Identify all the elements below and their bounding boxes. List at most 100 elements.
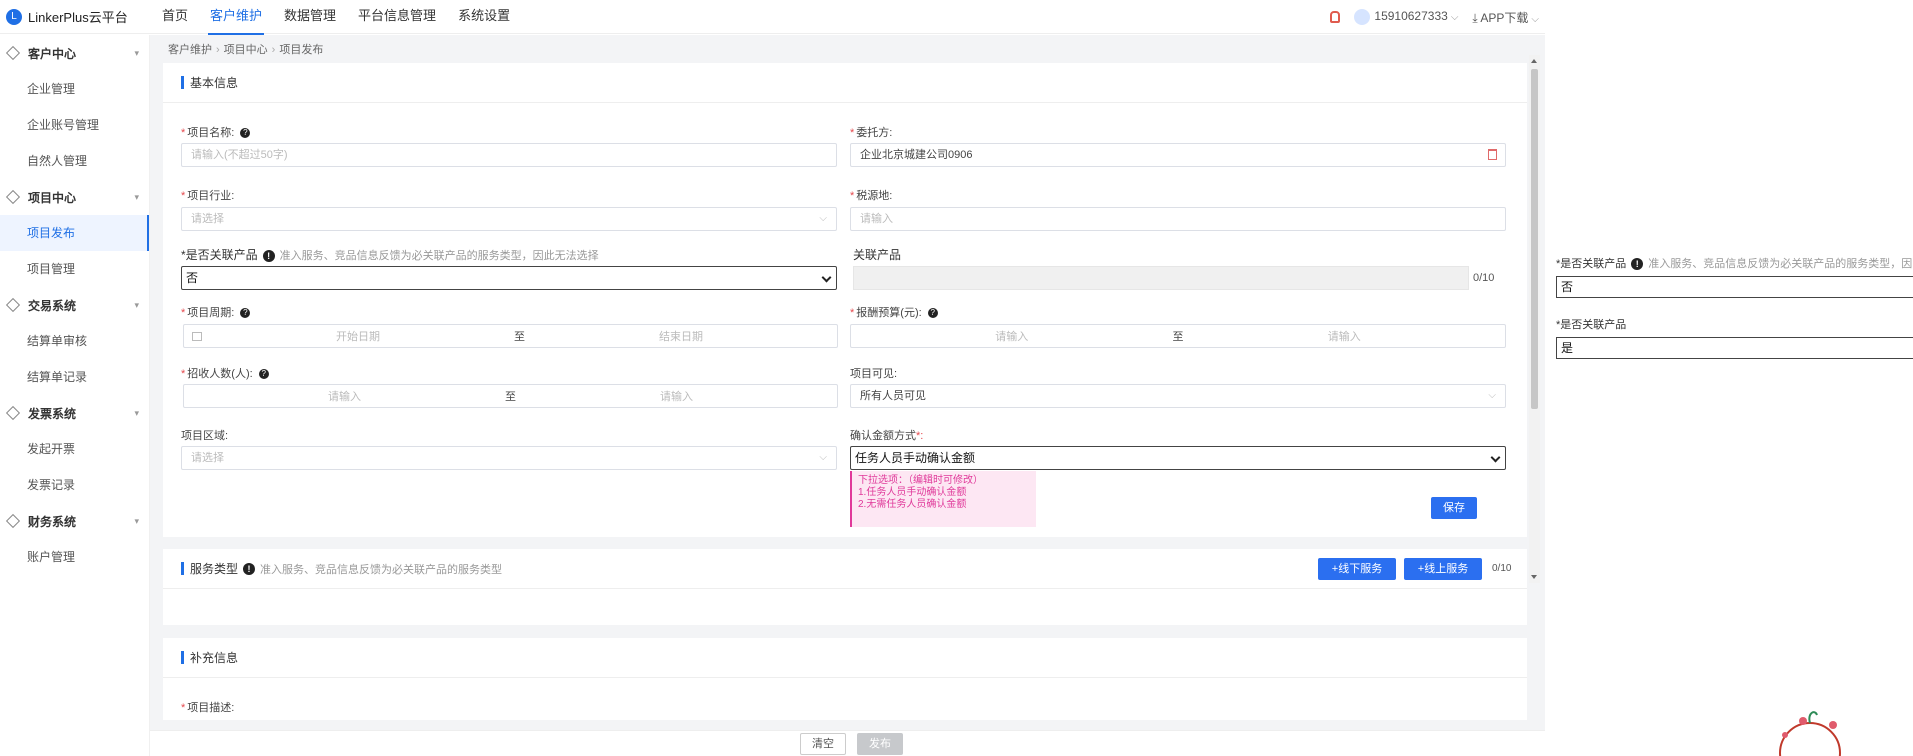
warning-icon: ! xyxy=(262,249,275,262)
help-icon[interactable]: ? xyxy=(258,369,269,380)
topnav-data[interactable]: 数据管理 xyxy=(282,0,338,35)
topnav-customer[interactable]: 客户维护 xyxy=(208,0,265,35)
note-line: 1.任务人员手动确认金额 xyxy=(858,487,967,498)
breadcrumb: 客户维护 › 项目中心 › 项目发布 xyxy=(168,44,324,56)
note-line: 2.无需任务人员确认金额 xyxy=(858,499,967,510)
range-separator: 至 xyxy=(505,391,516,403)
recruit-max[interactable]: 请输入 xyxy=(516,388,837,404)
topnav-platform[interactable]: 平台信息管理 xyxy=(356,0,438,35)
related-products-counter: 0/10 xyxy=(1473,272,1495,284)
tax-source-input[interactable]: 请输入 xyxy=(850,207,1506,231)
app-download-label: APP下载 xyxy=(1480,10,1529,25)
sidebar-group-label: 客户中心 xyxy=(28,46,77,61)
publish-button[interactable]: 发布 xyxy=(857,733,903,755)
user-menu[interactable]: 15910627333 ⌵ xyxy=(1354,9,1458,25)
calendar-icon xyxy=(192,331,202,341)
save-button[interactable]: 保存 xyxy=(1431,497,1477,519)
app-download[interactable]: ⤓ APP下载 ⌵ xyxy=(1472,9,1539,26)
side-demo-select-1[interactable]: 否 xyxy=(1556,276,1913,298)
recruit-range[interactable]: 请输入至请输入 xyxy=(183,384,838,408)
sidebar-group-finance[interactable]: 财务系统 ▾ xyxy=(0,503,149,539)
section-title: 基本信息 xyxy=(163,63,1527,103)
sidebar-item-project-publish[interactable]: 项目发布 xyxy=(0,215,149,251)
region-select[interactable]: 请选择 ⌵ xyxy=(181,446,837,470)
related-product-select[interactable]: 否 xyxy=(181,266,837,290)
topnav-settings[interactable]: 系统设置 xyxy=(456,0,512,35)
warning-icon: ! xyxy=(1631,258,1644,271)
industry-select[interactable]: 请选择 ⌵ xyxy=(181,207,837,231)
budget-max[interactable]: 请输入 xyxy=(1184,328,1506,344)
breadcrumb-item[interactable]: 项目中心 xyxy=(224,44,268,56)
add-offline-service-button[interactable]: +线下服务 xyxy=(1318,558,1396,580)
sidebar-item-invoice-record[interactable]: 发票记录 xyxy=(0,467,149,503)
section-hint: 准入服务、竞品信息反馈为必关联产品的服务类型 xyxy=(260,563,503,576)
chevron-down-icon: ▾ xyxy=(134,191,139,202)
sidebar-item-issue-invoice[interactable]: 发起开票 xyxy=(0,431,149,467)
app-logo[interactable]: L LinkerPlus云平台 xyxy=(6,7,154,26)
recruit-min[interactable]: 请输入 xyxy=(184,388,505,404)
chevron-down-icon: ⌵ xyxy=(1450,12,1459,24)
sidebar-group-label: 交易系统 xyxy=(28,298,77,313)
project-name-input[interactable]: 请输入(不超过50字) xyxy=(181,143,837,167)
main-content: 客户维护 › 项目中心 › 项目发布 基本信息 * 项目名称:? 请输入(不超过50字) … xyxy=(150,35,1545,756)
scroll-down-icon[interactable] xyxy=(1531,575,1537,579)
range-separator: 至 xyxy=(1172,331,1184,343)
help-icon[interactable]: ? xyxy=(240,128,251,139)
tax-source-label: * 税源地: xyxy=(850,190,893,202)
visibility-select[interactable]: 所有人员可见 ⌵ xyxy=(850,384,1506,408)
sidebar-item-account[interactable]: 账户管理 xyxy=(0,539,149,575)
budget-label: * 报酬预算(元):? xyxy=(850,304,938,320)
client-field[interactable]: 企业北京城建公司0906 xyxy=(850,143,1506,167)
sidebar-item-natural-person[interactable]: 自然人管理 xyxy=(0,143,149,179)
chevron-down-icon: ▾ xyxy=(134,515,139,526)
side-demo-label: *是否关联产品 xyxy=(1556,319,1627,331)
breadcrumb-item[interactable]: 客户维护 xyxy=(168,44,212,56)
chevron-down-icon: ⌵ xyxy=(1488,390,1496,401)
sidebar-group-label: 项目中心 xyxy=(28,190,77,205)
sidebar-group-customer[interactable]: 客户中心 ▾ xyxy=(0,35,149,71)
sidebar-item-project-manage[interactable]: 项目管理 xyxy=(0,251,149,287)
help-icon[interactable]: ? xyxy=(927,308,938,319)
sidebar-group-project[interactable]: 项目中心 ▾ xyxy=(0,179,149,215)
scroll-up-icon[interactable] xyxy=(1531,59,1537,63)
sidebar-item-settlement-review[interactable]: 结算单审核 xyxy=(0,323,149,359)
scrollbar[interactable] xyxy=(1529,55,1540,583)
related-products-field xyxy=(853,266,1469,290)
bell-icon[interactable] xyxy=(1330,11,1341,23)
sidebar-group-trade[interactable]: 交易系统 ▾ xyxy=(0,287,149,323)
period-label: * 项目周期:? xyxy=(181,304,251,320)
section-title: 补充信息 xyxy=(163,638,1527,678)
user-area: 15910627333 ⌵ ⤓ APP下载 ⌵ xyxy=(1330,0,1539,34)
service-type-panel: 服务类型! 准入服务、竞品信息反馈为必关联产品的服务类型 +线下服务 +线上服务 … xyxy=(163,549,1527,625)
warning-icon: ! xyxy=(243,562,256,575)
add-online-service-button[interactable]: +线上服务 xyxy=(1404,558,1482,580)
section-title-text: 服务类型 xyxy=(190,562,239,576)
delete-icon[interactable] xyxy=(1488,149,1497,160)
mascot-illustration[interactable] xyxy=(1755,705,1845,756)
side-demo-select-2[interactable]: 是 xyxy=(1556,337,1913,359)
start-date[interactable]: 开始日期 xyxy=(202,328,514,344)
avatar xyxy=(1354,9,1371,25)
budget-min[interactable]: 请输入 xyxy=(851,328,1173,344)
end-date[interactable]: 结束日期 xyxy=(525,328,837,344)
help-icon[interactable]: ? xyxy=(240,308,251,319)
sidebar-item-company-account[interactable]: 企业账号管理 xyxy=(0,107,149,143)
period-range[interactable]: 开始日期至结束日期 xyxy=(183,324,838,348)
section-title-text: 基本信息 xyxy=(190,76,239,90)
budget-range[interactable]: 请输入至请输入 xyxy=(850,324,1506,348)
scrollbar-thumb[interactable] xyxy=(1531,69,1538,409)
confirm-amount-select[interactable]: 任务人员手动确认金额 xyxy=(850,446,1506,470)
clear-button[interactable]: 清空 xyxy=(800,733,846,755)
region-label: 项目区域: xyxy=(181,430,229,442)
sidebar-group-label: 财务系统 xyxy=(28,514,77,529)
note-line: 下拉选项：（编辑时可修改） xyxy=(858,475,983,486)
project-name-label: * 项目名称:? xyxy=(181,124,251,140)
topnav-home[interactable]: 首页 xyxy=(160,0,190,35)
sidebar-item-company[interactable]: 企业管理 xyxy=(0,71,149,107)
sidebar-group-invoice[interactable]: 发票系统 ▾ xyxy=(0,395,149,431)
client-label: * 委托方: xyxy=(850,127,893,139)
chevron-down-icon: ⌵ xyxy=(819,213,827,224)
group-icon xyxy=(5,513,21,529)
range-separator: 至 xyxy=(514,331,525,343)
sidebar-item-settlement-record[interactable]: 结算单记录 xyxy=(0,359,149,395)
